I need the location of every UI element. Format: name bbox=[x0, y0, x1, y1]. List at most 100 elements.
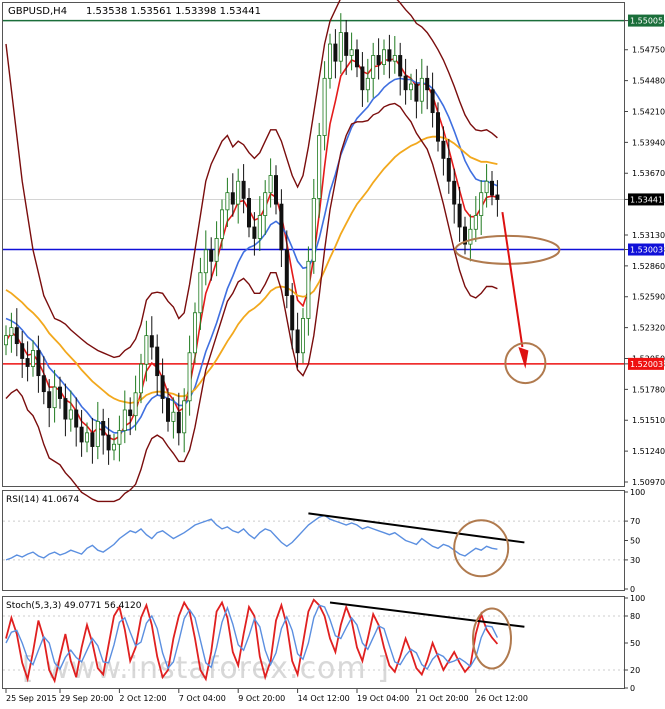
rsi-y-tick-label: 50 bbox=[630, 537, 640, 546]
stoch-y-tick-label: 0 bbox=[630, 684, 635, 693]
price-y-tick-label: 1.52320 bbox=[632, 324, 665, 333]
candle-body bbox=[187, 352, 192, 402]
level-tag-label: 1.53003 bbox=[630, 246, 663, 255]
price-panel-ohlc: 1.53538 1.53561 1.53398 1.53441 bbox=[86, 6, 261, 17]
price-y-tick-label: 1.54480 bbox=[632, 77, 665, 86]
candle-body bbox=[327, 43, 332, 79]
candle-body bbox=[149, 335, 154, 348]
candle-body bbox=[20, 343, 25, 359]
candle-body bbox=[414, 83, 419, 102]
candle-body bbox=[252, 226, 257, 239]
candle-body bbox=[419, 77, 424, 102]
x-tick-label: 19 Oct 04:00 bbox=[357, 694, 409, 703]
candle-body bbox=[479, 192, 484, 216]
candle-body bbox=[52, 386, 57, 409]
price-y-tick-label: 1.50970 bbox=[632, 478, 665, 487]
candle-body bbox=[101, 420, 106, 436]
candle-body bbox=[306, 260, 311, 319]
candle-body bbox=[300, 318, 305, 354]
candle-body bbox=[79, 426, 84, 443]
candle-body bbox=[106, 434, 111, 451]
candle-body bbox=[392, 55, 397, 62]
candle-body bbox=[171, 411, 176, 422]
candle-body bbox=[14, 327, 19, 345]
candle-body bbox=[349, 49, 354, 56]
candle-body bbox=[371, 55, 376, 79]
candle-body bbox=[95, 420, 100, 447]
candle-body bbox=[68, 409, 73, 420]
candle-body bbox=[387, 49, 392, 62]
stoch-y-tick-label: 20 bbox=[630, 666, 640, 675]
candle-body bbox=[408, 83, 413, 91]
candle-body bbox=[25, 358, 30, 367]
candle-body bbox=[473, 215, 478, 230]
candle-body bbox=[381, 49, 386, 66]
candle-body bbox=[236, 180, 241, 205]
rsi-y-tick-label: 30 bbox=[630, 556, 640, 565]
chart-canvas: [ www.instaforex.com ] 1.550051.547501.5… bbox=[0, 0, 665, 705]
candle-body bbox=[112, 443, 117, 451]
candle-body bbox=[263, 192, 268, 216]
candle-body bbox=[219, 209, 224, 239]
x-tick-label: 14 Oct 12:00 bbox=[298, 694, 350, 703]
price-y-tick-label: 1.53670 bbox=[632, 169, 665, 178]
candle-body bbox=[122, 409, 127, 431]
candle-body bbox=[484, 180, 489, 194]
candle-body bbox=[360, 66, 365, 91]
candle-body bbox=[322, 77, 327, 136]
stoch-y-tick-label: 80 bbox=[630, 612, 640, 621]
x-tick-label: 25 Sep 2015 bbox=[6, 694, 57, 703]
candle-body bbox=[398, 55, 403, 77]
candle-body bbox=[273, 175, 278, 205]
candle-body bbox=[430, 89, 435, 114]
price-y-tick-label: 1.53130 bbox=[632, 231, 665, 240]
price-y-tick-label: 1.54210 bbox=[632, 107, 665, 116]
candle-body bbox=[230, 192, 235, 205]
candle-body bbox=[133, 392, 138, 417]
x-tick-label: 26 Oct 12:00 bbox=[476, 694, 528, 703]
candle-body bbox=[41, 375, 46, 393]
candle-body bbox=[268, 175, 273, 194]
rsi-y-tick-label: 70 bbox=[630, 517, 640, 526]
candle-body bbox=[441, 140, 446, 159]
candle-body bbox=[246, 198, 251, 228]
candle-body bbox=[284, 249, 289, 297]
candle-body bbox=[241, 180, 246, 199]
level-tag-label: 1.55005 bbox=[630, 17, 663, 26]
price-y-tick-label: 1.51240 bbox=[632, 447, 665, 456]
candle-body bbox=[403, 75, 408, 91]
candle-body bbox=[9, 327, 14, 337]
x-tick-label: 21 Oct 20:00 bbox=[416, 694, 468, 703]
candle-body bbox=[452, 180, 457, 205]
candle-body bbox=[214, 238, 219, 262]
price-y-tick-label: 1.52860 bbox=[632, 262, 665, 271]
candle-body bbox=[435, 112, 440, 142]
candle-body bbox=[90, 432, 95, 447]
candle-body bbox=[182, 400, 187, 434]
candle-body bbox=[198, 272, 203, 314]
candle-body bbox=[209, 249, 214, 262]
candle-body bbox=[155, 346, 160, 377]
stoch-y-tick-label: 100 bbox=[630, 594, 645, 603]
candle-body bbox=[58, 386, 63, 399]
candle-body bbox=[144, 335, 149, 365]
candle-body bbox=[225, 192, 230, 211]
price-y-tick-label: 1.54750 bbox=[632, 46, 665, 55]
rsi-y-tick-label: 100 bbox=[630, 488, 645, 497]
rsi-y-tick-label: 0 bbox=[630, 585, 635, 594]
current-price-tag-label: 1.53441 bbox=[630, 195, 663, 204]
candle-body bbox=[36, 350, 41, 377]
candle-body bbox=[290, 295, 295, 331]
candle-body bbox=[203, 249, 208, 274]
chart-window: [ www.instaforex.com ] 1.550051.547501.5… bbox=[0, 0, 665, 705]
candle-body bbox=[257, 215, 262, 239]
candle-body bbox=[128, 409, 133, 417]
candle-body bbox=[311, 198, 316, 262]
candle-body bbox=[160, 375, 165, 399]
stoch-y-tick-label: 50 bbox=[630, 639, 640, 648]
level-tag-label: 1.52003 bbox=[630, 360, 663, 369]
x-tick-label: 2 Oct 12:00 bbox=[119, 694, 166, 703]
candle-body bbox=[63, 398, 68, 420]
candle-body bbox=[317, 135, 322, 199]
price-y-tick-label: 1.51780 bbox=[632, 385, 665, 394]
